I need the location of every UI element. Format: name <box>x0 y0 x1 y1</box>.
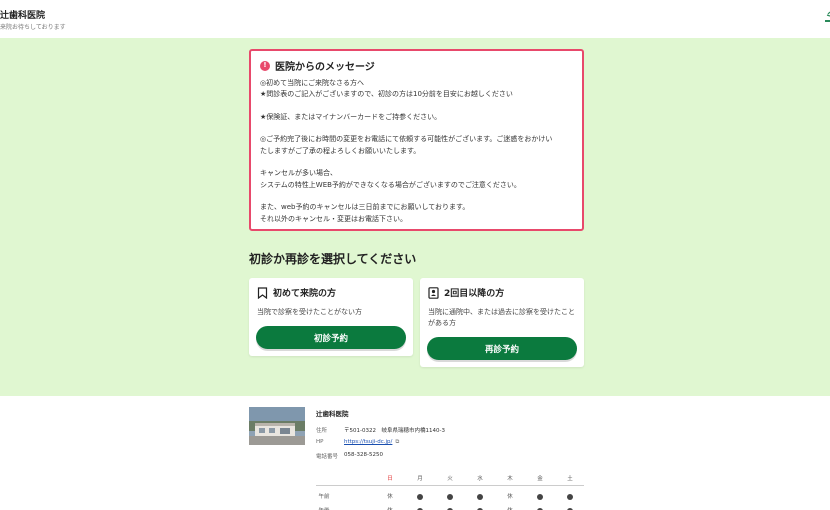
open-dot <box>567 494 573 500</box>
hours-cell: 休 <box>387 494 393 500</box>
hp-row: HP https://tsuji-dc.jp/ ⧉ <box>316 439 399 446</box>
clinic-name: 辻歯科医院 <box>316 410 349 418</box>
message-line <box>260 123 573 134</box>
top-bar: 辻歯科医院 来院お待ちしております <box>0 0 830 38</box>
day-header: 日 <box>387 476 393 482</box>
clinic-message-box: ! 医院からのメッセージ ◎初めて当院にご来院なさる方へ ★問診表のご記入がござ… <box>249 49 584 231</box>
message-line: また、web予約のキャンセルは三日前までにお願いしております。 <box>260 203 470 212</box>
message-line: システムの特性上WEB予約ができなくなる場合がございますのでご注意ください。 <box>260 180 521 189</box>
day-header: 水 <box>477 476 483 482</box>
clinic-info-section: 辻歯科医院 住所 〒501-0322 岐阜県瑞穂市内橋1140-3 HP htt… <box>0 396 830 510</box>
message-title: 医院からのメッセージ <box>275 62 375 73</box>
phone-label: 電話番号 <box>316 454 339 460</box>
return-visit-desc: 当院に通院中、または過去に診察を受けたことがある方 <box>428 308 575 327</box>
address-label: 住所 <box>316 428 328 434</box>
hours-cell: 休 <box>507 506 513 510</box>
open-dot <box>537 494 543 500</box>
day-header: 火 <box>447 476 453 482</box>
hours-row-afternoon: 午後 休 休 <box>316 504 584 510</box>
day-header: 土 <box>567 476 573 482</box>
phone-value: 058-328-5250 <box>344 452 383 458</box>
message-line: ★問診表のご記入がございますので、初診の方は10分前を目安にお越しください <box>260 90 513 99</box>
alert-icon: ! <box>260 60 270 71</box>
message-line: ★保険証、またはマイナンバーカードをご持参ください。 <box>260 112 442 121</box>
message-line: ◎ご予約完了後にお時間の変更をお電話にて依頼する可能性がございます。ご迷惑をおか… <box>260 135 553 144</box>
return-visit-reserve-button[interactable]: 再診予約 <box>427 337 577 360</box>
open-dot <box>447 494 453 500</box>
external-link-icon[interactable]: ⧉ <box>395 439 399 446</box>
open-dot <box>477 494 483 500</box>
phone-row: 電話番号 058-328-5250 <box>316 452 383 460</box>
clinic-subtitle: 来院お待ちしております <box>0 24 66 31</box>
day-header: 金 <box>537 476 543 482</box>
day-header: 月 <box>417 476 423 482</box>
open-dot <box>417 494 423 500</box>
first-visit-reserve-button[interactable]: 初診予約 <box>256 326 406 349</box>
address-value: 〒501-0322 岐阜県瑞穂市内橋1140-3 <box>344 428 445 434</box>
menu-icon[interactable] <box>822 11 830 27</box>
clinic-title: 辻歯科医院 <box>0 11 46 21</box>
hours-header-row: 日 月 火 水 木 金 土 <box>316 474 584 486</box>
hours-cell: 休 <box>387 506 393 510</box>
message-line: たしますがご了承の程よろしくお願いいたします。 <box>260 146 421 155</box>
return-visit-title: 2回目以降の方 <box>444 289 505 299</box>
message-line <box>260 191 573 202</box>
message-line: ◎初めて当院にご来院なさる方へ <box>260 79 364 87</box>
day-header: 木 <box>507 476 513 482</box>
first-visit-card: 初めて来院の方 当院で診察を受けたことがない方 初診予約 <box>249 278 413 356</box>
clinic-building-photo <box>249 407 305 445</box>
message-line <box>260 157 573 168</box>
return-visit-card: 2回目以降の方 当院に通院中、または過去に診察を受けたことがある方 再診予約 <box>420 278 584 367</box>
id-card-icon <box>428 286 439 299</box>
hours-row-morning: 午前 休 休 <box>316 490 584 504</box>
first-visit-title: 初めて来院の方 <box>273 289 337 299</box>
hp-link[interactable]: https://tsuji-dc.jp/ <box>344 439 392 446</box>
message-line <box>260 101 573 112</box>
select-visit-heading: 初診か再診を選択してください <box>249 252 417 266</box>
main-content: ! 医院からのメッセージ ◎初めて当院にご来院なさる方へ ★問診表のご記入がござ… <box>0 38 830 396</box>
message-line: それ以外のキャンセル・変更はお電話下さい。 <box>260 214 407 223</box>
hours-cell: 休 <box>507 494 513 500</box>
message-body: ◎初めて当院にご来院なさる方へ ★問診表のご記入がございますので、初診の方は10… <box>260 78 573 225</box>
hp-label: HP <box>316 439 324 445</box>
message-line: キャンセルが多い場合、 <box>260 169 337 178</box>
time-slot-label: 午後 <box>318 506 329 510</box>
address-row: 住所 〒501-0322 岐阜県瑞穂市内橋1140-3 <box>316 426 445 434</box>
bookmark-icon <box>257 286 268 299</box>
first-visit-desc: 当院で診察を受けたことがない方 <box>257 308 362 316</box>
time-slot-label: 午前 <box>318 494 330 500</box>
